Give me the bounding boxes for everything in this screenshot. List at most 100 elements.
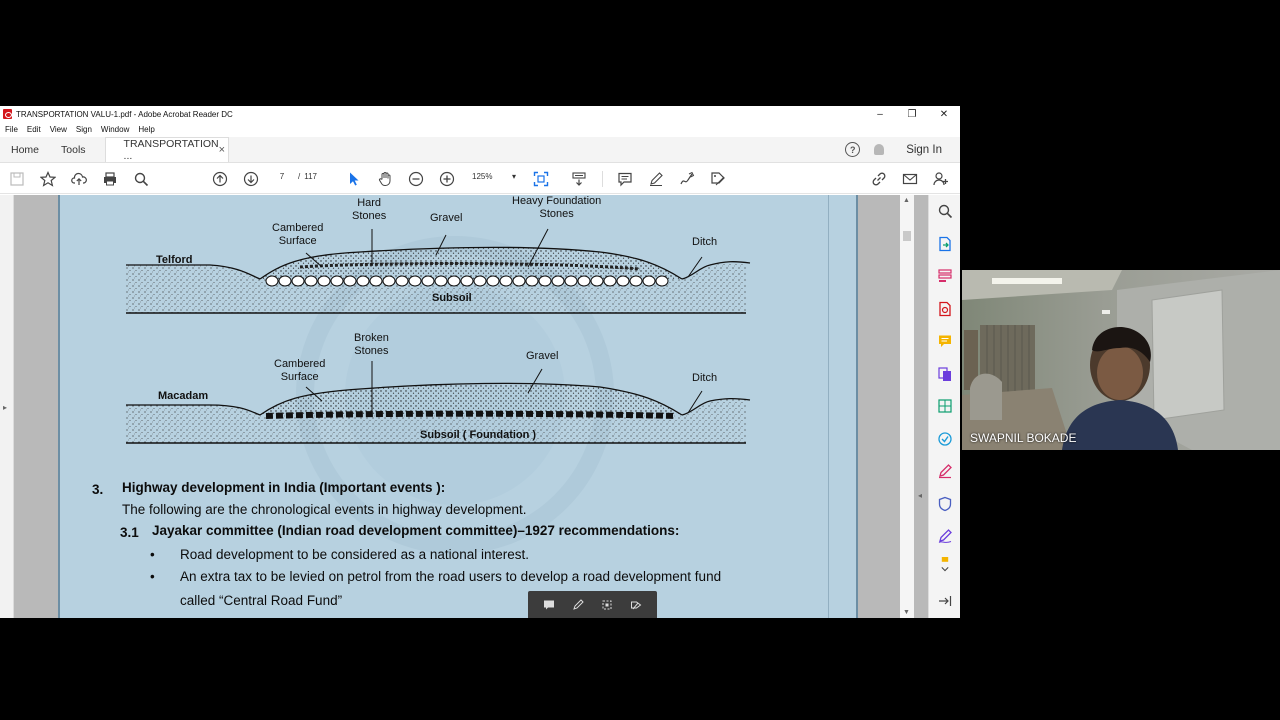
rotate-page-icon[interactable] bbox=[629, 598, 643, 612]
edit-pdf-icon[interactable] bbox=[937, 398, 953, 414]
bullet-1: Road development to be considered as a n… bbox=[180, 547, 529, 562]
protect-shield-icon[interactable] bbox=[937, 496, 953, 512]
label-macadam: Macadam bbox=[158, 390, 209, 402]
label-gravel-1: Gravel bbox=[430, 212, 463, 224]
title-bar: TRANSPORTATION VALU-1.pdf - Adobe Acroba… bbox=[0, 106, 960, 122]
webcam-video-tile: SWAPNIL BOKADE bbox=[962, 270, 1280, 450]
link-share-icon[interactable] bbox=[870, 170, 888, 188]
request-signature-icon[interactable] bbox=[937, 528, 953, 544]
pen-tool-icon[interactable] bbox=[571, 598, 585, 612]
draw-sign-icon[interactable] bbox=[678, 170, 696, 188]
scroll-up-icon[interactable]: ▲ bbox=[903, 197, 910, 204]
window-controls: – ❐ ✕ bbox=[864, 106, 960, 122]
tab-document-label: TRANSPORTATION ... bbox=[123, 138, 219, 162]
fit-page-icon[interactable] bbox=[532, 170, 550, 188]
search-icon[interactable] bbox=[132, 170, 150, 188]
menu-sign[interactable]: Sign bbox=[76, 125, 92, 134]
document-viewport[interactable]: ▸ Cambered Surface Hard Stones Gravel He… bbox=[0, 195, 928, 618]
close-window-button[interactable]: ✕ bbox=[928, 106, 960, 122]
zoom-value: 125% bbox=[472, 172, 493, 181]
total-pages: 117 bbox=[304, 172, 317, 181]
sticky-note-icon[interactable] bbox=[542, 598, 556, 612]
label-telford: Telford bbox=[156, 254, 193, 266]
label-subsoil-1: Subsoil bbox=[432, 292, 472, 304]
subsection-number: 3.1 bbox=[120, 525, 139, 540]
collapse-right-panel-icon[interactable]: ◂ bbox=[918, 491, 922, 500]
tag-stamp-icon[interactable] bbox=[709, 170, 727, 188]
chevron-down-icon: ▾ bbox=[511, 172, 516, 181]
section-intro: The following are the chronological even… bbox=[122, 502, 527, 517]
menu-view[interactable]: View bbox=[50, 125, 67, 134]
combine-files-icon[interactable] bbox=[937, 366, 953, 382]
tab-home[interactable]: Home bbox=[0, 137, 50, 162]
organize-pages-icon[interactable] bbox=[937, 268, 953, 284]
scroll-down-icon[interactable]: ▼ bbox=[903, 609, 910, 616]
upload-cloud-icon[interactable] bbox=[70, 170, 88, 188]
label-ditch-1: Ditch bbox=[692, 236, 718, 248]
bookmark-star-icon[interactable] bbox=[39, 170, 57, 188]
page-indicator: 7 / 117 bbox=[270, 172, 317, 181]
zoom-in-icon[interactable] bbox=[438, 170, 456, 188]
print-icon[interactable] bbox=[101, 170, 119, 188]
subsection-heading: Jayakar committee (Indian road developme… bbox=[152, 523, 680, 538]
restore-button[interactable]: ❐ bbox=[896, 106, 928, 122]
label-ditch-2: Ditch bbox=[692, 372, 718, 384]
left-nav-strip[interactable]: ▸ bbox=[0, 195, 14, 618]
notification-bell-icon[interactable] bbox=[874, 144, 885, 155]
tabbar-right: ? Sign In bbox=[845, 137, 960, 162]
highlight-pen-icon[interactable] bbox=[647, 170, 665, 188]
window-title: TRANSPORTATION VALU-1.pdf - Adobe Acroba… bbox=[16, 109, 233, 119]
current-page-input[interactable]: 7 bbox=[270, 172, 294, 181]
expand-left-panel-icon[interactable]: ▸ bbox=[3, 403, 7, 412]
create-pdf-icon[interactable] bbox=[937, 301, 953, 317]
bullet-2: An extra tax to be levied on petrol from… bbox=[180, 569, 722, 584]
zoom-out-icon[interactable] bbox=[407, 170, 425, 188]
email-icon[interactable] bbox=[901, 170, 919, 188]
previous-page-icon[interactable] bbox=[211, 170, 229, 188]
webcam-scene bbox=[962, 270, 1280, 450]
menu-file[interactable]: File bbox=[5, 125, 18, 134]
hand-tool-icon[interactable] bbox=[376, 170, 394, 188]
export-pdf-icon[interactable] bbox=[937, 236, 953, 252]
menu-bar: File Edit View Sign Window Help bbox=[0, 122, 960, 137]
pdf-page: Cambered Surface Hard Stones Gravel Heavy … bbox=[58, 195, 858, 618]
save-icon[interactable] bbox=[8, 170, 26, 188]
next-page-icon[interactable] bbox=[242, 170, 260, 188]
label-hard-stones: Hard Stones bbox=[352, 197, 387, 222]
acrobat-window: TRANSPORTATION VALU-1.pdf - Adobe Acroba… bbox=[0, 106, 960, 618]
label-gravel-2: Gravel bbox=[526, 350, 559, 362]
menu-help[interactable]: Help bbox=[138, 125, 154, 134]
tools-right-panel bbox=[928, 195, 960, 618]
tab-tools[interactable]: Tools bbox=[50, 137, 97, 162]
comment-pane-icon[interactable] bbox=[937, 333, 953, 349]
search-pane-icon[interactable] bbox=[937, 203, 953, 219]
section-number: 3. bbox=[92, 482, 104, 497]
scroll-thumb[interactable] bbox=[903, 231, 911, 241]
collapse-panel-icon[interactable] bbox=[937, 593, 953, 609]
zoom-dropdown[interactable]: 125% ▾ bbox=[472, 172, 516, 181]
comment-icon[interactable] bbox=[616, 170, 634, 188]
fill-sign-icon[interactable] bbox=[937, 463, 953, 479]
tab-close-icon[interactable]: × bbox=[219, 144, 225, 156]
label-heavy-foundation-stones: Heavy Foundation Stones bbox=[512, 195, 602, 220]
minimize-button[interactable]: – bbox=[864, 106, 896, 122]
label-subsoil-foundation: Subsoil ( Foundation ) bbox=[420, 429, 537, 441]
select-cursor-icon[interactable] bbox=[345, 170, 363, 188]
snapshot-select-icon[interactable] bbox=[600, 598, 614, 612]
vertical-scrollbar[interactable]: ▲ ▼ bbox=[900, 195, 914, 618]
help-icon[interactable]: ? bbox=[845, 142, 861, 157]
sign-in-button[interactable]: Sign In bbox=[906, 144, 942, 156]
bullet-2-continued: called “Central Road Fund” bbox=[180, 593, 343, 608]
label-broken-stones: Broken Stones bbox=[354, 332, 389, 357]
tab-bar: Home Tools TRANSPORTATION ... × ? Sign I… bbox=[0, 137, 960, 163]
more-tools-chevron-icon[interactable] bbox=[937, 557, 953, 577]
tab-document[interactable]: TRANSPORTATION ... × bbox=[104, 137, 229, 162]
menu-edit[interactable]: Edit bbox=[27, 125, 41, 134]
add-person-icon[interactable] bbox=[932, 170, 950, 188]
menu-window[interactable]: Window bbox=[101, 125, 129, 134]
foundation-stones bbox=[265, 275, 669, 287]
enhance-scans-icon[interactable] bbox=[937, 431, 953, 447]
scroll-mode-icon[interactable] bbox=[570, 170, 588, 188]
floating-page-toolbar bbox=[528, 591, 657, 618]
toolbar-separator bbox=[602, 171, 603, 187]
